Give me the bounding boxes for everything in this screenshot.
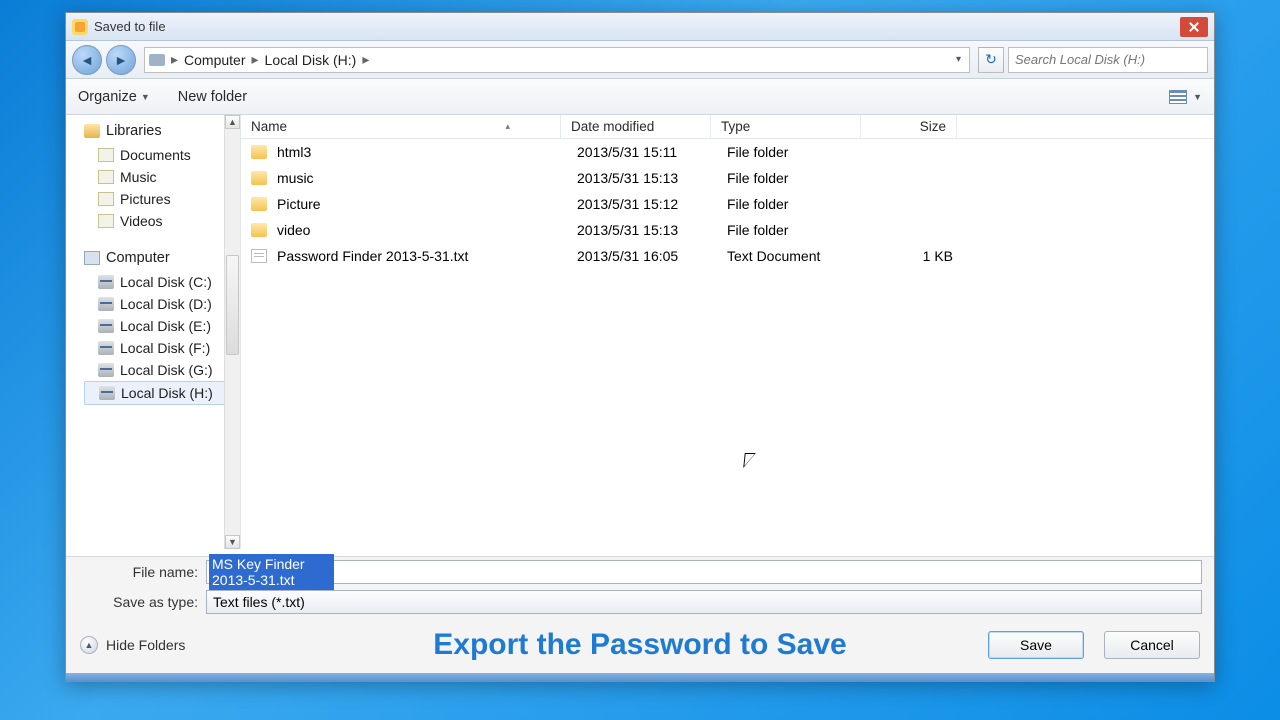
cancel-button[interactable]: Cancel — [1104, 631, 1200, 659]
address-bar[interactable]: ▸ Computer ▸ Local Disk (H:) ▸ ▾ — [144, 47, 970, 73]
close-button[interactable] — [1180, 17, 1208, 37]
file-name: Password Finder 2013-5-31.txt — [277, 248, 567, 264]
disk-icon — [98, 297, 114, 311]
scroll-down-icon[interactable]: ▼ — [225, 535, 240, 549]
search-box[interactable] — [1008, 47, 1208, 73]
file-date: 2013/5/31 15:12 — [567, 196, 717, 212]
videos-icon — [98, 214, 114, 228]
file-type: File folder — [717, 196, 867, 212]
view-icon[interactable] — [1169, 90, 1187, 104]
file-name: Picture — [277, 196, 567, 212]
file-row[interactable]: html32013/5/31 15:11File folder — [241, 139, 1214, 165]
folder-icon — [251, 197, 267, 211]
app-icon — [72, 19, 88, 35]
sidebar-item-music[interactable]: Music — [84, 166, 236, 188]
file-list: Name▴ Date modified Type Size html32013/… — [240, 115, 1214, 549]
bottom-panel: File name: MS Key Finder 2013-5-31.txt S… — [66, 556, 1214, 681]
back-button[interactable]: ◄ — [72, 45, 102, 75]
chevron-up-icon: ▲ — [80, 636, 98, 654]
folder-icon — [251, 145, 267, 159]
file-name: music — [277, 170, 567, 186]
search-input[interactable] — [1015, 52, 1201, 67]
documents-icon — [98, 148, 114, 162]
filename-input-wrap[interactable]: MS Key Finder 2013-5-31.txt — [206, 560, 1202, 584]
file-type: File folder — [717, 222, 867, 238]
sidebar-item-documents[interactable]: Documents — [84, 144, 236, 166]
filetype-select[interactable]: Text files (*.txt) — [206, 590, 1202, 614]
file-date: 2013/5/31 15:13 — [567, 222, 717, 238]
file-name: html3 — [277, 144, 567, 160]
navbar: ◄ ► ▸ Computer ▸ Local Disk (H:) ▸ ▾ ↻ — [66, 41, 1214, 79]
new-folder-button[interactable]: New folder — [178, 89, 247, 105]
sidebar-item-drive-h[interactable]: Local Disk (H:) — [84, 381, 236, 405]
view-dropdown-icon[interactable]: ▼ — [1193, 92, 1202, 102]
libraries-icon — [84, 124, 100, 138]
drive-icon — [149, 54, 165, 66]
sidebar: Libraries Documents Music Pictures Video… — [66, 115, 240, 549]
filename-input[interactable]: MS Key Finder 2013-5-31.txt — [209, 554, 334, 590]
file-type: Text Document — [717, 248, 867, 264]
crumb-computer[interactable]: Computer — [184, 52, 245, 68]
file-icon — [251, 249, 267, 263]
file-date: 2013/5/31 15:13 — [567, 170, 717, 186]
col-name[interactable]: Name▴ — [241, 115, 561, 138]
overlay-caption: Export the Password to Save — [433, 628, 846, 662]
sidebar-scrollbar[interactable]: ▲ ▼ — [224, 115, 240, 549]
filename-label: File name: — [78, 564, 198, 580]
crumb-drive[interactable]: Local Disk (H:) — [265, 52, 357, 68]
col-type[interactable]: Type — [711, 115, 861, 138]
address-dropdown-icon[interactable]: ▾ — [952, 54, 965, 65]
file-date: 2013/5/31 15:11 — [567, 144, 717, 160]
toolbar: Organize▼ New folder ▼ — [66, 79, 1214, 115]
refresh-button[interactable]: ↻ — [978, 47, 1004, 73]
save-dialog: Saved to file ◄ ► ▸ Computer ▸ Local Dis… — [65, 12, 1215, 682]
organize-button[interactable]: Organize▼ — [78, 89, 150, 105]
disk-icon — [98, 341, 114, 355]
sidebar-item-videos[interactable]: Videos — [84, 210, 236, 232]
window-title: Saved to file — [94, 19, 166, 34]
file-row[interactable]: music2013/5/31 15:13File folder — [241, 165, 1214, 191]
hide-folders-button[interactable]: ▲ Hide Folders — [80, 636, 185, 654]
pictures-icon — [98, 192, 114, 206]
sort-indicator-icon: ▴ — [505, 121, 510, 132]
disk-icon — [98, 363, 114, 377]
disk-icon — [98, 319, 114, 333]
disk-icon — [99, 386, 115, 400]
file-row[interactable]: Picture2013/5/31 15:12File folder — [241, 191, 1214, 217]
music-icon — [98, 170, 114, 184]
file-type: File folder — [717, 170, 867, 186]
titlebar: Saved to file — [66, 13, 1214, 41]
filetype-label: Save as type: — [78, 594, 198, 610]
col-date[interactable]: Date modified — [561, 115, 711, 138]
sidebar-item-drive-f[interactable]: Local Disk (F:) — [84, 337, 236, 359]
column-headers: Name▴ Date modified Type Size — [241, 115, 1214, 139]
scroll-up-icon[interactable]: ▲ — [225, 115, 240, 129]
footer-accent — [66, 673, 1214, 681]
save-button[interactable]: Save — [988, 631, 1084, 659]
file-row[interactable]: Password Finder 2013-5-31.txt2013/5/31 1… — [241, 243, 1214, 269]
sidebar-item-drive-g[interactable]: Local Disk (G:) — [84, 359, 236, 381]
scroll-thumb[interactable] — [226, 255, 239, 355]
folder-icon — [251, 171, 267, 185]
sidebar-item-drive-d[interactable]: Local Disk (D:) — [84, 293, 236, 315]
sidebar-item-pictures[interactable]: Pictures — [84, 188, 236, 210]
forward-button[interactable]: ► — [106, 45, 136, 75]
computer-node[interactable]: Computer — [84, 250, 236, 266]
file-name: video — [277, 222, 567, 238]
file-type: File folder — [717, 144, 867, 160]
disk-icon — [98, 275, 114, 289]
libraries-node[interactable]: Libraries — [84, 123, 236, 139]
folder-icon — [251, 223, 267, 237]
sidebar-item-drive-c[interactable]: Local Disk (C:) — [84, 271, 236, 293]
computer-icon — [84, 251, 100, 265]
col-size[interactable]: Size — [861, 115, 957, 138]
file-row[interactable]: video2013/5/31 15:13File folder — [241, 217, 1214, 243]
file-date: 2013/5/31 16:05 — [567, 248, 717, 264]
sidebar-item-drive-e[interactable]: Local Disk (E:) — [84, 315, 236, 337]
file-size: 1 KB — [867, 248, 963, 264]
